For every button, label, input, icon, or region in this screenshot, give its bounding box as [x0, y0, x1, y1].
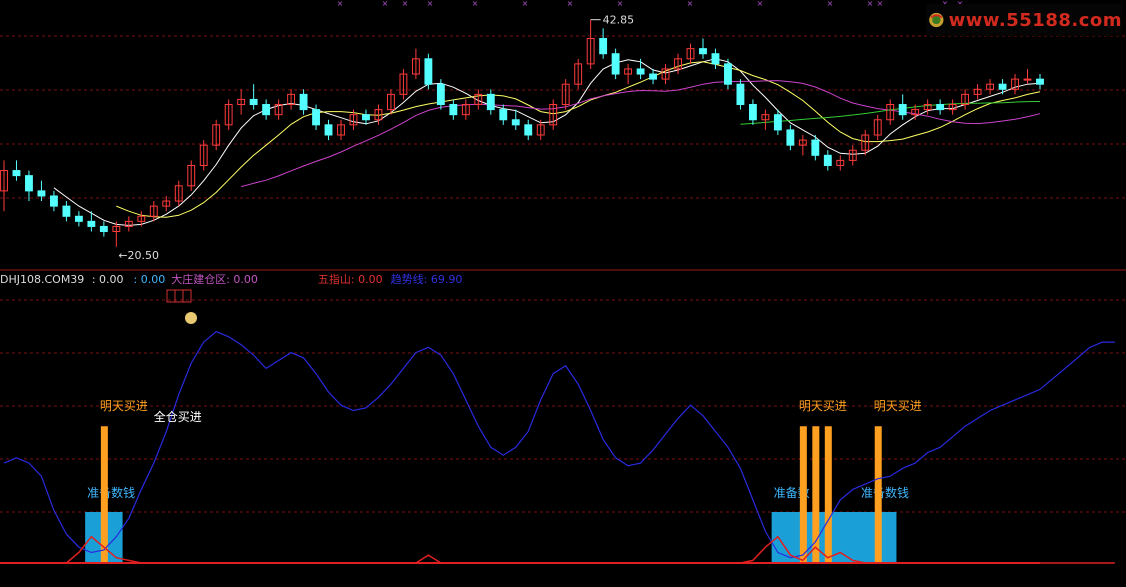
- top-marker: ×: [687, 0, 694, 8]
- candle-body: [87, 220, 96, 227]
- header-field-4: 趋势线: 69.90: [390, 273, 463, 286]
- header-field-1: : 0.00: [133, 273, 166, 286]
- top-marker: ×: [427, 0, 434, 8]
- candle-body: [99, 225, 108, 233]
- candle-body: [936, 104, 945, 111]
- top-marker: ×: [567, 0, 574, 8]
- top-marker: ×: [827, 0, 834, 8]
- header-field-3: 五指山: 0.00: [317, 273, 383, 286]
- moneybag-icon: [185, 312, 197, 324]
- buy-label: 明天买进: [874, 399, 922, 413]
- candle-body: [511, 119, 520, 126]
- top-marker: ×: [382, 0, 389, 8]
- indicator-panel: 准备数钱 准备数 准备数钱明天买进 明天买进 明天买进全仓买进: [0, 289, 1126, 564]
- top-marker: ×: [337, 0, 344, 8]
- candle-body: [25, 175, 33, 192]
- trend-line: [3, 330, 1115, 559]
- top-marker: ×: [522, 0, 529, 8]
- candle-body: [49, 195, 58, 207]
- candle-body: [748, 104, 757, 121]
- candle-body: [1023, 78, 1032, 81]
- top-marker: ×: [472, 0, 479, 8]
- candle-body: [599, 37, 608, 55]
- candle-body: [499, 109, 508, 121]
- indicator-name: DHJ108.COM39: [0, 273, 85, 286]
- annotation-label: 全仓买进: [154, 409, 202, 424]
- candle-body: [74, 215, 83, 222]
- prep-zone-label: 准备数钱: [861, 485, 909, 500]
- buy-bar: [824, 426, 832, 563]
- buy-label: 明天买进: [799, 399, 847, 413]
- price-panel: ×××××××××××××××42.85←20.50: [0, 0, 1126, 271]
- candle-body: [312, 109, 320, 126]
- candle-body: [998, 83, 1007, 90]
- candle-body: [786, 129, 795, 146]
- candle-body: [249, 98, 258, 106]
- buy-bar: [100, 426, 108, 563]
- candle-body: [449, 104, 458, 116]
- candle-body: [299, 93, 308, 111]
- buy-label: 明天买进: [100, 399, 148, 413]
- candle-body: [898, 104, 907, 116]
- candle-body: [711, 53, 720, 65]
- header-field-2: 大庄建仓区: 0.00: [171, 273, 258, 286]
- top-marker: ×: [867, 0, 874, 8]
- top-marker: ×: [877, 0, 884, 8]
- globe-icon: [929, 12, 944, 28]
- candle-body: [436, 83, 445, 106]
- candle-body: [823, 154, 832, 166]
- candle-body: [773, 114, 782, 131]
- candle-body: [324, 124, 333, 136]
- candle-body: [611, 53, 620, 75]
- prep-zone-label: 准备数钱: [87, 485, 135, 500]
- buy-bar: [812, 426, 820, 563]
- candle-body: [649, 73, 657, 80]
- candle-body: [736, 83, 745, 106]
- candle-body: [486, 93, 495, 111]
- candle-body: [524, 124, 533, 136]
- candle-body: [362, 114, 370, 121]
- fivefinger-line: [4, 535, 1115, 564]
- top-marker: ×: [757, 0, 764, 8]
- header-field-0: : 0.00: [91, 273, 124, 286]
- candle-body: [62, 205, 71, 217]
- candle-body: [37, 190, 46, 197]
- buy-bar: [799, 426, 807, 563]
- candle-body: [262, 104, 271, 116]
- buy-bar: [874, 426, 882, 563]
- top-marker: ×: [402, 0, 409, 8]
- candle-body: [699, 48, 707, 55]
- watermark-logo: www.55188.com: [926, 4, 1122, 36]
- high-label: 42.85: [603, 14, 635, 27]
- candle-body: [811, 139, 820, 156]
- watermark-text: www.55188.com: [948, 9, 1122, 31]
- candle-body: [636, 68, 645, 75]
- prep-zone: [771, 512, 872, 563]
- candle-body: [424, 58, 433, 85]
- stock-chart[interactable]: ×××××××××××××××42.85←20.50 准备数钱准备数准备数钱明天…: [0, 0, 1126, 587]
- candle-body: [724, 63, 732, 85]
- candle-body: [1036, 78, 1044, 85]
- top-marker: ×: [617, 0, 624, 8]
- ma-line-ma5: [53, 58, 1041, 226]
- indicator-header: DHJ108.COM39 : 0.00 : 0.00 大庄建仓区: 0.00 五指山:…: [0, 272, 600, 288]
- low-label: ←20.50: [118, 249, 159, 262]
- candle-body: [12, 170, 21, 177]
